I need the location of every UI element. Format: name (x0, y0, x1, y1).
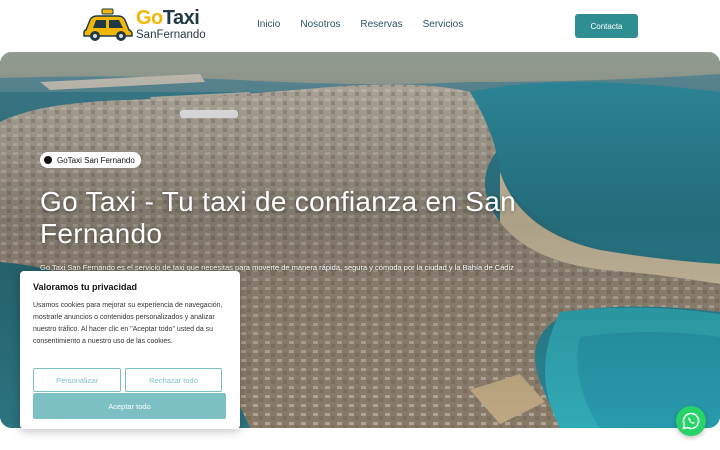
cookie-title: Valoramos tu privacidad (33, 282, 138, 292)
accept-all-button[interactable]: Aceptar todo (33, 393, 226, 419)
main-nav: Inicio Nosotros Reservas Servicios (257, 19, 463, 30)
logo-taxi: Taxi (162, 7, 200, 30)
logo-go: Go (136, 7, 163, 30)
logo-text: GoTaxi SanFernando (136, 8, 206, 42)
taxi-car-icon (82, 8, 134, 42)
hero-title: Go Taxi - Tu taxi de confianza en San Fe… (40, 186, 516, 249)
nav-nosotros[interactable]: Nosotros (300, 19, 340, 30)
cookie-secondary-actions: Personalizar Rechazar todo (33, 368, 222, 392)
customize-button[interactable]: Personalizar (33, 368, 121, 392)
nav-inicio[interactable]: Inicio (257, 19, 280, 30)
nav-reservas[interactable]: Reservas (360, 19, 402, 30)
badge-label: GoTaxi San Fernando (57, 155, 135, 165)
page: GoTaxi SanFernando Inicio Nosotros Reser… (0, 0, 720, 450)
nav-servicios[interactable]: Servicios (423, 19, 464, 30)
cookie-consent-dialog: Valoramos tu privacidad Usamos cookies p… (20, 271, 240, 429)
whatsapp-icon (682, 412, 700, 430)
badge-dot-icon (44, 156, 52, 164)
logo[interactable]: GoTaxi SanFernando (82, 8, 206, 42)
logo-city: SanFernando (136, 29, 206, 42)
reject-all-button[interactable]: Rechazar todo (125, 368, 222, 392)
site-header: GoTaxi SanFernando Inicio Nosotros Reser… (0, 0, 720, 52)
hero-badge: GoTaxi San Fernando (40, 152, 141, 168)
whatsapp-button[interactable] (676, 406, 706, 436)
contact-button[interactable]: Contacta (575, 14, 638, 38)
cookie-text: Usamos cookies para mejorar su experienc… (33, 302, 223, 345)
